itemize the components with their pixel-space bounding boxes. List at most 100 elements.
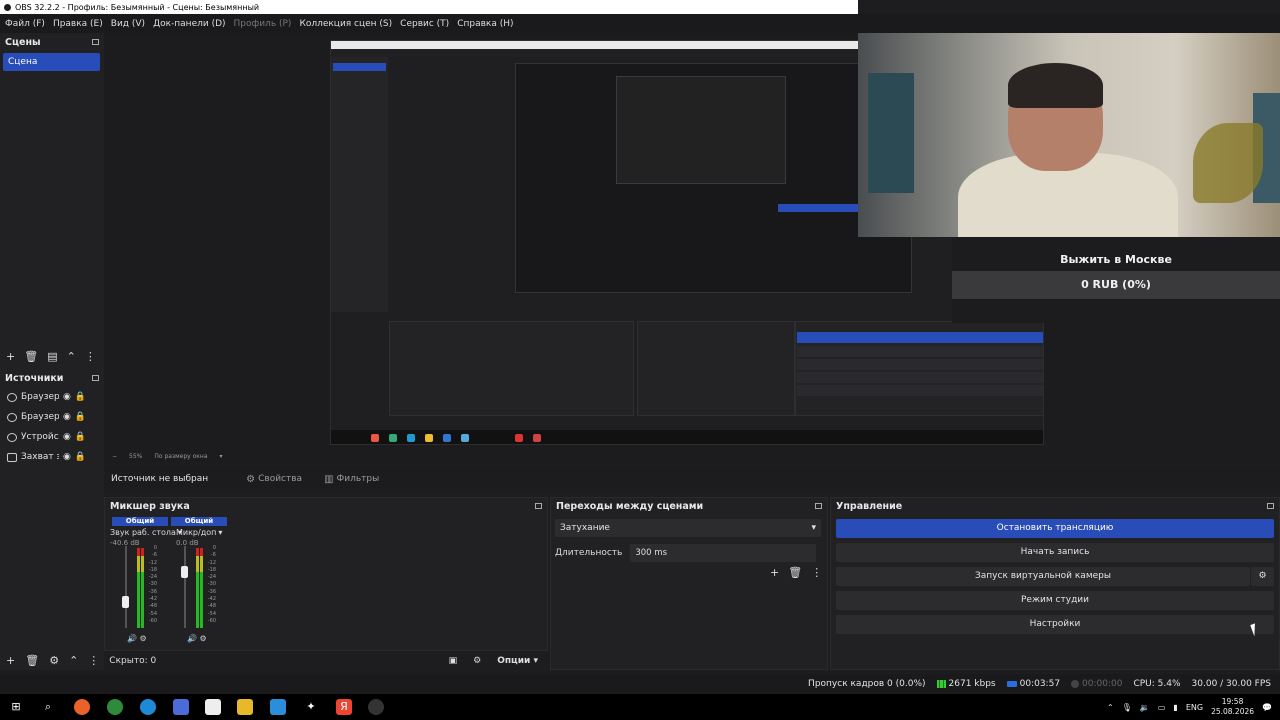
menu-view[interactable]: Вид (V) (111, 19, 145, 29)
eye-icon[interactable]: ◉ (63, 452, 71, 462)
start-recording-button[interactable]: Начать запись (836, 543, 1274, 562)
scale-tick: -54 (148, 610, 157, 617)
virtual-camera-settings[interactable]: ⚙ (1251, 567, 1274, 586)
scale-tick: -48 (148, 603, 157, 610)
preview-canvas[interactable]: Выжить в Москве 0 RUB (0%) (104, 33, 1280, 449)
transition-type-select[interactable]: Затухание ▾ (555, 519, 821, 537)
scene-item[interactable]: Сцена (3, 53, 100, 71)
menu-profile[interactable]: Профиль (P) (234, 19, 292, 29)
meter-scale: 0 -6 -12 -18 -24 -30 -36 -42 -48 -54 -60 (145, 545, 157, 625)
trash-icon[interactable]: 🗑 (788, 566, 802, 579)
eye-icon[interactable]: ◉ (63, 412, 71, 422)
lock-icon[interactable]: 🔒 (75, 432, 86, 442)
filters-button[interactable]: ▥ Фильтры (324, 474, 379, 485)
undock-icon[interactable] (92, 375, 99, 381)
more-icon[interactable]: ⋮ (85, 350, 96, 363)
volume-slider-knob[interactable] (181, 565, 188, 578)
lock-icon[interactable]: 🔒 (75, 452, 86, 462)
options-button[interactable]: Опции ▾ (497, 656, 538, 666)
lock-icon[interactable]: 🔒 (75, 392, 86, 402)
move-up-icon[interactable]: ⌃ (69, 654, 78, 667)
language-indicator[interactable]: ENG (1186, 703, 1203, 712)
stop-streaming-button[interactable]: Остановить трансляцию (836, 519, 1274, 538)
windows-start-icon[interactable]: ⊞ (8, 699, 24, 715)
sparkle-icon[interactable]: ✦ (303, 699, 319, 715)
nested-button (797, 359, 1043, 370)
volume-icon[interactable]: 🔉 (1140, 703, 1150, 712)
save-app-icon[interactable] (173, 699, 189, 715)
undock-icon[interactable] (535, 503, 542, 509)
add-icon[interactable]: + (6, 350, 15, 363)
network-icon[interactable]: ▭ (1158, 703, 1166, 712)
layout-icon[interactable]: ▣ (449, 656, 458, 666)
notifications-icon[interactable]: 💬 (1262, 703, 1272, 712)
channel-controls: 🔊 ⚙ (187, 634, 207, 643)
controls-header: Управление (831, 498, 1279, 514)
source-name: Захват экрана (21, 452, 59, 462)
menu-edit[interactable]: Правка (E) (53, 19, 103, 29)
undock-icon[interactable] (92, 39, 99, 45)
duration-input[interactable]: 300 ms (630, 544, 817, 562)
clock[interactable]: 19:58 25.08.2026 (1211, 697, 1254, 717)
eye-icon[interactable]: ◉ (63, 432, 71, 442)
scale-tick: -60 (148, 617, 157, 624)
add-icon[interactable]: + (770, 566, 779, 579)
undock-icon[interactable] (1267, 503, 1274, 509)
speaker-icon[interactable]: 🔊 (187, 634, 197, 643)
folder-icon[interactable] (237, 699, 253, 715)
chrome-icon[interactable] (107, 699, 123, 715)
menu-docks[interactable]: Док-панели (D) (153, 19, 225, 29)
menu-scene-collection[interactable]: Коллекция сцен (S) (299, 19, 392, 29)
mic-icon[interactable]: 🎙 (1122, 703, 1132, 712)
source-item[interactable]: Устройство захвата ◉ 🔒 (0, 427, 104, 447)
eye-icon[interactable]: ◉ (63, 392, 71, 402)
volume-slider-track[interactable] (125, 546, 127, 628)
gear-icon[interactable]: ⚙ (49, 654, 59, 667)
more-icon[interactable]: ⋮ (88, 654, 99, 667)
scale-tick: -42 (207, 596, 216, 603)
nested-stop-button (797, 332, 1043, 343)
menu-tools[interactable]: Сервис (T) (400, 19, 449, 29)
menu-help[interactable]: Справка (H) (457, 19, 513, 29)
filter-icon[interactable]: ▤ (47, 350, 57, 363)
gear-icon[interactable]: ⚙ (200, 634, 207, 643)
store-icon[interactable] (205, 699, 221, 715)
mixer-settings-icon[interactable]: ⚙ (473, 656, 481, 666)
add-icon[interactable]: + (6, 654, 15, 667)
source-item[interactable]: Браузер 2 ◉ 🔒 (0, 387, 104, 407)
battery-icon[interactable]: ▮ (1173, 703, 1177, 712)
undock-icon[interactable] (815, 503, 822, 509)
channel-name[interactable]: Звук раб. стола ▾ (110, 528, 182, 537)
firefox-icon[interactable] (74, 699, 90, 715)
virtual-camera-button[interactable]: Запуск виртуальной камеры (836, 567, 1250, 586)
search-icon[interactable]: ⌕ (40, 699, 56, 715)
edge-icon[interactable] (140, 699, 156, 715)
os-taskbar: ⊞ ⌕ ✦ Я ⌃ 🎙 🔉 ▭ ▮ ENG 19:58 25.08.2026 💬 (0, 694, 1280, 720)
more-icon[interactable]: ⋮ (811, 566, 822, 579)
lock-icon[interactable]: 🔒 (75, 412, 86, 422)
gear-icon[interactable]: ⚙ (140, 634, 147, 643)
studio-mode-button[interactable]: Режим студии (836, 591, 1274, 610)
left-dock-column: Сцены Сцена + 🗑 ▤ ⌃ ⋮ Источники Браузер … (0, 33, 104, 670)
mail-icon[interactable] (270, 699, 286, 715)
trash-icon[interactable]: 🗑 (25, 654, 39, 667)
source-item[interactable]: Захват экрана ◉ 🔒 (0, 447, 104, 467)
yandex-icon[interactable]: Я (336, 699, 352, 715)
trash-icon[interactable]: 🗑 (24, 350, 38, 363)
no-source-label: Источник не выбран (111, 474, 209, 484)
zoom-out-button[interactable]: − (112, 453, 117, 460)
zoom-fit-select[interactable]: По размеру окна (154, 453, 207, 460)
chevron-up-icon[interactable]: ⌃ (1107, 703, 1114, 712)
menu-file[interactable]: Файл (F) (5, 19, 45, 29)
channel-name[interactable]: Микр/доп ▾ (176, 528, 227, 537)
move-up-icon[interactable]: ⌃ (67, 350, 76, 363)
obs-icon[interactable] (368, 699, 384, 715)
properties-button[interactable]: ⚙ Свойства (246, 474, 302, 485)
scale-tick: -24 (148, 574, 157, 581)
settings-button[interactable]: Настройки (836, 615, 1274, 634)
volume-slider-track[interactable] (184, 546, 186, 628)
source-item[interactable]: Браузер ◉ 🔒 (0, 407, 104, 427)
speaker-icon[interactable]: 🔊 (127, 634, 137, 643)
volume-slider-knob[interactable] (122, 596, 129, 609)
chevron-down-icon[interactable]: ▾ (220, 453, 223, 460)
